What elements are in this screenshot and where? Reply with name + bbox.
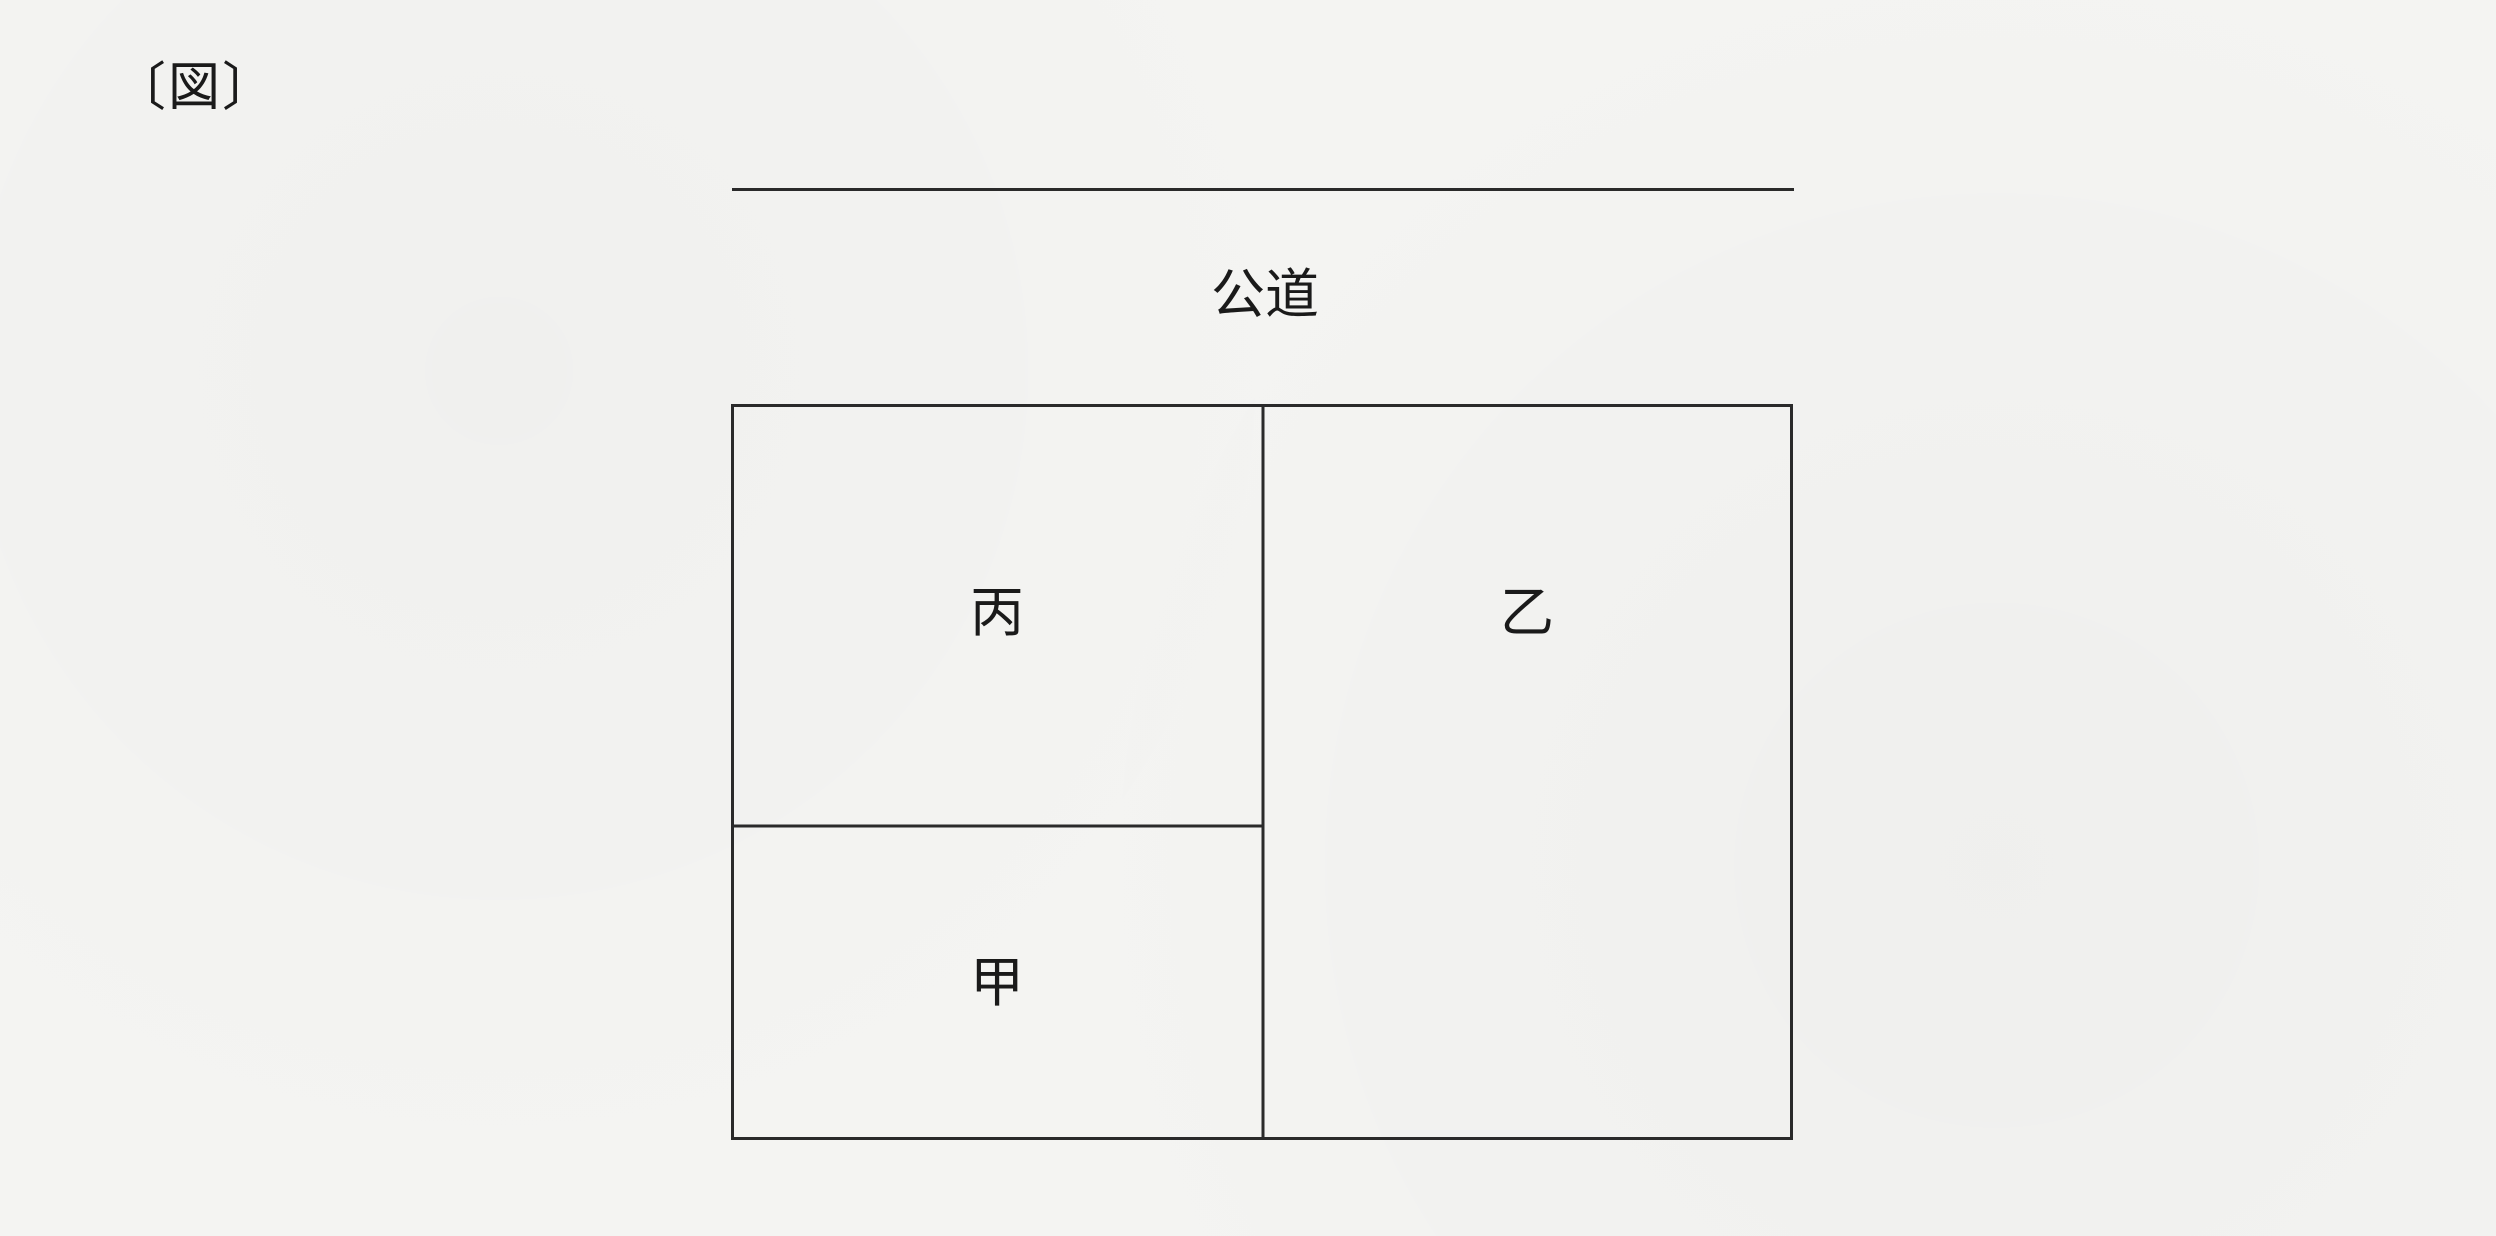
lot-boundaries [731,404,1793,1140]
land-lots-diagram: 丙 乙 甲 [731,404,1793,1140]
lot-hei-label: 丙 [970,581,1024,644]
public-road-label: 公道 [1211,263,1319,326]
lot-otsu-label: 乙 [1500,581,1554,644]
figure-label: 〔図〕 [114,58,277,118]
public-road-line [732,188,1794,191]
lot-ko-label: 甲 [970,951,1024,1014]
